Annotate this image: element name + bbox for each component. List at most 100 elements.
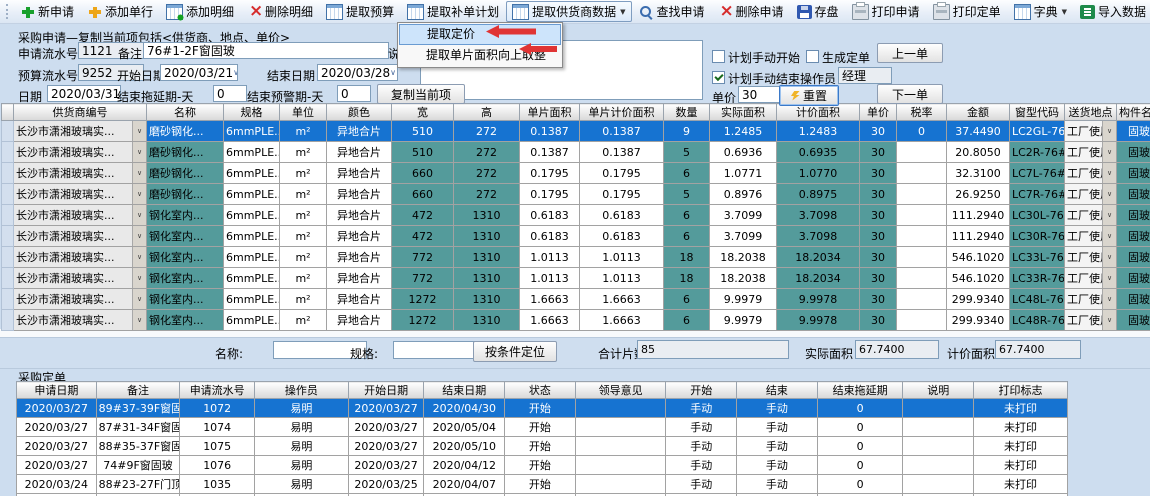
detail-column-header[interactable]: 高 <box>454 104 520 121</box>
generate-order-checkbox[interactable] <box>806 50 819 63</box>
orders-column-header[interactable]: 申请流水号 <box>180 382 255 399</box>
orders-table-row[interactable]: 2020/03/2788#35-37F窗固玻1075易明2020/03/2720… <box>17 437 1068 456</box>
delivery-place-dropdown[interactable]: 工厂使用∨ <box>1065 289 1117 310</box>
row-gutter[interactable] <box>2 163 14 184</box>
detail-column-header[interactable]: 计价面积 <box>777 104 860 121</box>
toolbar-button-13[interactable]: 字典▼ <box>1008 1 1073 22</box>
orders-column-header[interactable]: 开始日期 <box>348 382 424 399</box>
detail-column-header[interactable]: 单位 <box>280 104 327 121</box>
orders-table-row[interactable]: 2020/03/2774#9F窗固玻1076易明2020/03/272020/0… <box>17 456 1068 475</box>
remark-field[interactable]: 76#1-2F窗固玻 <box>143 42 389 59</box>
detail-column-header[interactable]: 名称 <box>147 104 224 121</box>
row-gutter[interactable] <box>2 247 14 268</box>
orders-column-header[interactable]: 操作员 <box>255 382 349 399</box>
detail-column-header[interactable]: 宽 <box>392 104 454 121</box>
toolbar-button-2[interactable]: 添加单行 <box>81 1 159 22</box>
delivery-place-dropdown[interactable]: 工厂使用∨ <box>1065 205 1117 226</box>
orders-column-header[interactable]: 结束拖延期 <box>817 382 903 399</box>
toolbar-button-3[interactable]: 添加明细 <box>160 1 240 22</box>
operator-field[interactable]: 经理 <box>838 67 892 84</box>
orders-column-header[interactable]: 结束 <box>737 382 818 399</box>
supplier-combobox[interactable]: 长沙市潇湘玻璃实...∨ <box>14 163 147 184</box>
delivery-place-dropdown[interactable]: 工厂使用∨ <box>1065 163 1117 184</box>
detail-table-row[interactable]: 长沙市潇湘玻璃实...∨钢化室内...6mmPLE...m²异地合片127213… <box>2 310 1150 331</box>
row-gutter[interactable] <box>2 205 14 226</box>
orders-column-header[interactable]: 备注 <box>96 382 180 399</box>
detail-column-header[interactable]: 金额 <box>947 104 1010 121</box>
delivery-place-dropdown[interactable]: 工厂使用∨ <box>1065 310 1117 331</box>
toolbar-button-12[interactable]: 打印定单 <box>927 1 1007 22</box>
toolbar-button-6[interactable]: 提取补单计划 <box>401 1 505 22</box>
plan-manual-start-checkbox[interactable] <box>712 50 725 63</box>
plan-manual-end-checkbox[interactable] <box>712 71 725 84</box>
detail-table-row[interactable]: 长沙市潇湘玻璃实...∨磨砂钢化...6mmPLE...m²异地合片510272… <box>2 121 1150 142</box>
toolbar-button-8[interactable]: 查找申请 <box>633 1 711 22</box>
end-date-select[interactable]: 2020/03/28 ∨ <box>317 64 398 81</box>
row-gutter[interactable] <box>2 226 14 247</box>
row-gutter[interactable] <box>2 310 14 331</box>
orders-column-header[interactable]: 结束日期 <box>424 382 505 399</box>
orders-column-header[interactable]: 说明 <box>903 382 974 399</box>
supplier-combobox[interactable]: 长沙市潇湘玻璃实...∨ <box>14 205 147 226</box>
row-gutter[interactable] <box>2 289 14 310</box>
next-order-button[interactable]: 下一单 <box>877 84 943 104</box>
detail-table-row[interactable]: 长沙市潇湘玻璃实...∨钢化室内...6mmPLE...m²异地合片472131… <box>2 205 1150 226</box>
orders-table-row[interactable]: 2020/03/2787#31-34F窗固玻1074易明2020/03/2720… <box>17 418 1068 437</box>
warning-field[interactable]: 0 <box>337 85 371 102</box>
toolbar-button-10[interactable]: 存盘 <box>791 1 845 22</box>
start-date-select[interactable]: 2020/03/21 ∨ <box>160 64 238 81</box>
delivery-place-dropdown[interactable]: 工厂使用∨ <box>1065 226 1117 247</box>
detail-column-header[interactable]: 实际面积 <box>710 104 777 121</box>
detail-table-row[interactable]: 长沙市潇湘玻璃实...∨磨砂钢化...6mmPLE...m²异地合片510272… <box>2 142 1150 163</box>
detail-column-header[interactable]: 税率 <box>897 104 947 121</box>
toolbar-button-1[interactable]: 新申请 <box>14 1 80 22</box>
row-gutter[interactable] <box>2 142 14 163</box>
delivery-place-dropdown[interactable]: 工厂使用∨ <box>1065 268 1117 289</box>
supplier-combobox[interactable]: 长沙市潇湘玻璃实...∨ <box>14 268 147 289</box>
orders-table-row[interactable]: 2020/03/2789#37-39F窗固玻1072易明2020/03/2720… <box>17 399 1068 418</box>
toolbar-button-7[interactable]: 提取供货商数据▼ <box>506 1 631 22</box>
detail-column-header[interactable]: 颜色 <box>327 104 392 121</box>
toolbar-button-9[interactable]: 删除申请 <box>712 1 790 22</box>
toolbar-button-4[interactable]: 删除明细 <box>241 1 319 22</box>
menu-item-extract-pricing[interactable]: 提取定价 <box>399 24 561 45</box>
copy-current-button[interactable]: 复制当前项 <box>377 84 465 104</box>
unit-price-field[interactable]: 30 <box>738 86 782 103</box>
supplier-combobox[interactable]: 长沙市潇湘玻璃实...∨ <box>14 184 147 205</box>
orders-column-header[interactable]: 打印标志 <box>974 382 1068 399</box>
detail-column-header[interactable]: 构件名称 <box>1117 104 1150 121</box>
date-select[interactable]: 2020/03/31 ∨ <box>47 85 121 102</box>
detail-table-row[interactable]: 长沙市潇湘玻璃实...∨钢化室内...6mmPLE...m²异地合片472131… <box>2 226 1150 247</box>
detail-table-row[interactable]: 长沙市潇湘玻璃实...∨磨砂钢化...6mmPLE...m²异地合片660272… <box>2 184 1150 205</box>
orders-column-header[interactable]: 状态 <box>505 382 576 399</box>
delivery-place-dropdown[interactable]: 工厂使用∨ <box>1065 184 1117 205</box>
toolbar-button-14[interactable]: 导入数据 <box>1074 1 1150 22</box>
delivery-place-dropdown[interactable]: 工厂使用∨ <box>1065 247 1117 268</box>
detail-column-header[interactable]: 送货地点 <box>1065 104 1117 121</box>
detail-column-header[interactable]: 单片计价面积 <box>580 104 664 121</box>
previous-order-button[interactable]: 上一单 <box>877 43 943 63</box>
orders-column-header[interactable]: 申请日期 <box>17 382 97 399</box>
detail-table-row[interactable]: 长沙市潇湘玻璃实...∨钢化室内...6mmPLE...m²异地合片772131… <box>2 268 1150 289</box>
detail-table-row[interactable]: 长沙市潇湘玻璃实...∨钢化室内...6mmPLE...m²异地合片127213… <box>2 289 1150 310</box>
orders-column-header[interactable]: 领导意见 <box>575 382 666 399</box>
detail-column-header[interactable]: 单片面积 <box>520 104 580 121</box>
supplier-combobox[interactable]: 长沙市潇湘玻璃实...∨ <box>14 247 147 268</box>
row-gutter[interactable] <box>2 184 14 205</box>
reset-button[interactable]: 重置 <box>779 85 839 106</box>
detail-column-header[interactable]: 供货商编号 <box>14 104 147 121</box>
toolbar-button-11[interactable]: 打印申请 <box>846 1 926 22</box>
detail-table-row[interactable]: 长沙市潇湘玻璃实...∨钢化室内...6mmPLE...m²异地合片772131… <box>2 247 1150 268</box>
toolbar-button-5[interactable]: 提取预算 <box>320 1 400 22</box>
supplier-combobox[interactable]: 长沙市潇湘玻璃实...∨ <box>14 289 147 310</box>
delivery-place-dropdown[interactable]: 工厂使用∨ <box>1065 142 1117 163</box>
supplier-combobox[interactable]: 长沙市潇湘玻璃实...∨ <box>14 121 147 142</box>
detail-column-header[interactable]: 窗型代码 <box>1010 104 1065 121</box>
supplier-combobox[interactable]: 长沙市潇湘玻璃实...∨ <box>14 142 147 163</box>
supplier-combobox[interactable]: 长沙市潇湘玻璃实...∨ <box>14 226 147 247</box>
row-gutter[interactable] <box>2 121 14 142</box>
orders-column-header[interactable]: 开始 <box>666 382 737 399</box>
supplier-combobox[interactable]: 长沙市潇湘玻璃实...∨ <box>14 310 147 331</box>
row-gutter[interactable] <box>2 268 14 289</box>
orders-table-row[interactable]: 2020/03/2488#23-27F门顶玻1035易明2020/03/2520… <box>17 475 1068 494</box>
